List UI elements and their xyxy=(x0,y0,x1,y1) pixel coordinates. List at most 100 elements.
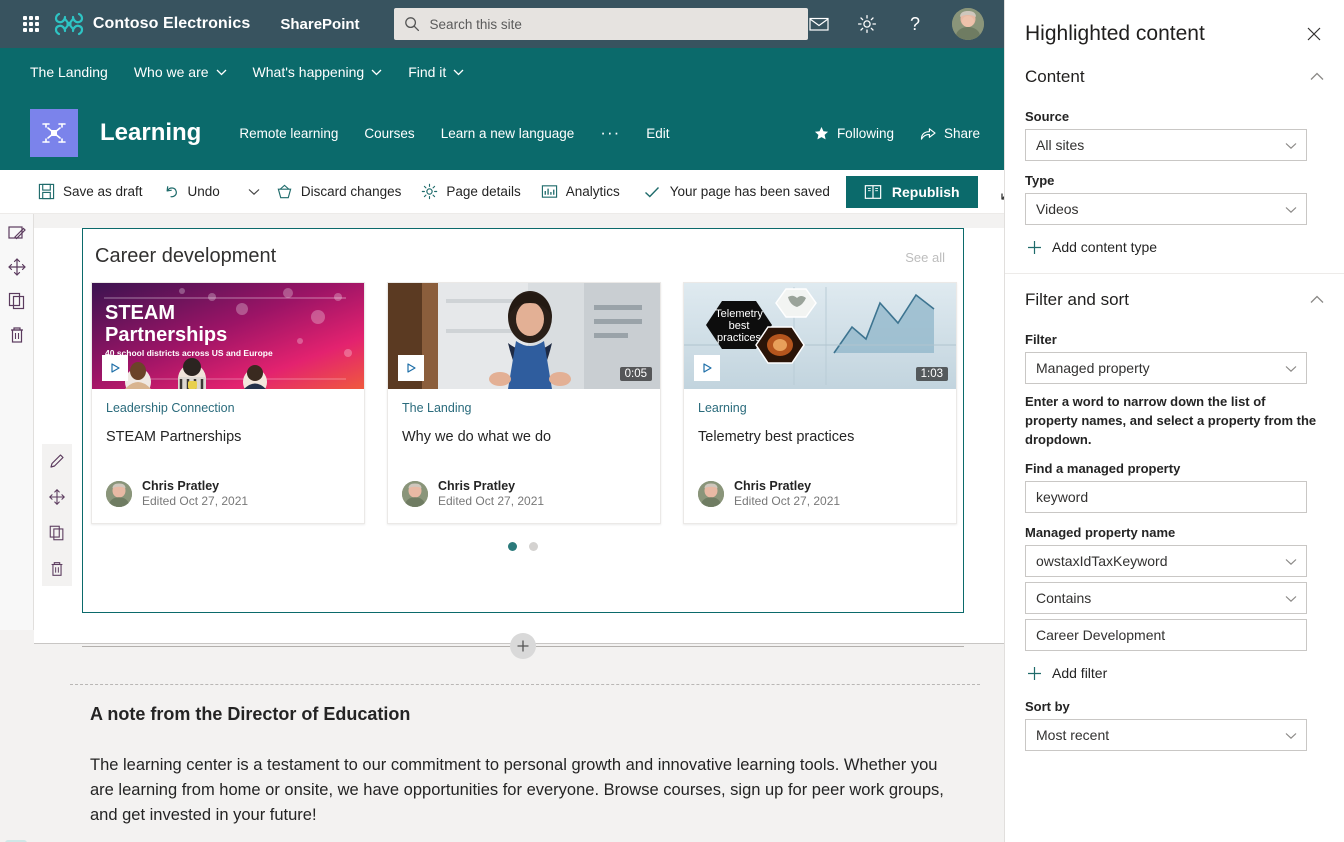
card-footer: Chris Pratley Edited Oct 27, 2021 xyxy=(684,479,956,523)
pager-dot-2[interactable] xyxy=(529,542,538,551)
accordion-content[interactable]: Content xyxy=(1005,51,1344,97)
card-item[interactable]: Telemetry best practices 1:03 Learning T… xyxy=(683,282,957,524)
hubnav-item-edit[interactable]: Edit xyxy=(646,126,669,141)
card-site-link[interactable]: Learning xyxy=(698,401,942,415)
add-content-type-button[interactable]: Add content type xyxy=(1005,225,1344,255)
republish-button[interactable]: Republish xyxy=(845,175,978,208)
find-managed-property-input[interactable]: keyword xyxy=(1025,481,1307,513)
card-title[interactable]: Why we do what we do xyxy=(402,428,646,446)
card-thumbnail[interactable]: Telemetry best practices 1:03 xyxy=(684,283,956,389)
play-button[interactable] xyxy=(398,355,424,381)
sort-by-value: Most recent xyxy=(1036,727,1110,743)
hubnav-item-remote-learning[interactable]: Remote learning xyxy=(239,126,338,141)
chevron-up-icon[interactable] xyxy=(1310,68,1324,86)
discard-icon xyxy=(277,184,292,199)
source-dropdown[interactable]: All sites xyxy=(1025,129,1307,161)
suite-app-name[interactable]: SharePoint xyxy=(280,16,359,33)
section-separator xyxy=(70,684,980,685)
pager-dot-1[interactable] xyxy=(508,542,517,551)
star-icon xyxy=(814,126,828,139)
command-bar: Save as draft Undo Discard changes Page … xyxy=(0,170,1017,214)
text-webpart[interactable]: A note from the Director of Education Th… xyxy=(34,644,1004,828)
analytics-button[interactable]: Analytics xyxy=(531,177,630,206)
page-canvas: Career development See all STEAM Partner… xyxy=(0,214,1004,842)
undo-button[interactable]: Undo xyxy=(153,177,230,206)
highlighted-content-webpart[interactable]: Career development See all STEAM Partner… xyxy=(82,228,964,613)
nav-item-find-it[interactable]: Find it xyxy=(408,64,464,80)
avatar xyxy=(698,481,724,507)
type-dropdown[interactable]: Videos xyxy=(1025,193,1307,225)
nav-item-who-we-are[interactable]: Who we are xyxy=(134,64,227,80)
nav-label: Who we are xyxy=(133,64,209,80)
nav-item-whats-happening[interactable]: What's happening xyxy=(253,64,383,80)
site-title: Learning xyxy=(100,119,202,146)
add-webpart-row xyxy=(82,632,964,660)
card-title[interactable]: Telemetry best practices xyxy=(698,428,942,446)
card-author: Chris Pratley xyxy=(438,479,516,493)
filter-value-input[interactable]: Career Development xyxy=(1025,619,1307,651)
accordion-filter-sort[interactable]: Filter and sort xyxy=(1005,274,1344,320)
undo-dropdown-chevron-icon[interactable] xyxy=(242,182,266,202)
card-footer: Chris Pratley Edited Oct 27, 2021 xyxy=(92,479,364,523)
duplicate-icon[interactable] xyxy=(6,290,28,312)
card-body: Learning Telemetry best practices xyxy=(684,389,956,479)
svg-text:Telemetry: Telemetry xyxy=(715,308,763,320)
filter-value: Managed property xyxy=(1036,360,1150,376)
section-one: Career development See all STEAM Partner… xyxy=(34,228,1004,659)
following-button[interactable]: Following xyxy=(814,126,894,141)
see-all-link[interactable]: See all xyxy=(905,250,945,265)
filter-field: Filter Managed property xyxy=(1005,332,1344,384)
move-icon[interactable] xyxy=(46,486,68,508)
card-site-link[interactable]: The Landing xyxy=(402,401,646,415)
chevron-up-icon[interactable] xyxy=(1310,291,1324,309)
chevron-down-icon xyxy=(216,69,227,75)
filter-operator-dropdown[interactable]: Contains xyxy=(1025,582,1307,614)
play-icon xyxy=(407,363,416,373)
delete-icon[interactable] xyxy=(46,558,68,580)
page-details-button[interactable]: Page details xyxy=(411,177,530,206)
avatar[interactable] xyxy=(952,8,985,40)
add-webpart-button[interactable] xyxy=(510,633,536,659)
help-icon[interactable]: ? xyxy=(904,13,926,35)
card-item[interactable]: STEAM Partnerships 40 school districts a… xyxy=(91,282,365,524)
move-icon[interactable] xyxy=(6,256,28,278)
sort-by-dropdown[interactable]: Most recent xyxy=(1025,719,1307,751)
search-input[interactable] xyxy=(429,16,799,32)
share-label: Share xyxy=(943,125,980,141)
duplicate-icon[interactable] xyxy=(46,522,68,544)
discard-changes-button[interactable]: Discard changes xyxy=(266,177,412,206)
hubnav-overflow-icon[interactable]: ··· xyxy=(600,124,620,141)
discard-changes-label: Discard changes xyxy=(300,184,402,199)
gear-icon[interactable] xyxy=(856,13,878,35)
close-icon[interactable] xyxy=(1302,22,1326,51)
edit-section-icon[interactable] xyxy=(6,222,28,244)
video-duration: 0:05 xyxy=(619,367,652,381)
accordion-filter-sort-label: Filter and sort xyxy=(1025,290,1129,309)
search-box[interactable] xyxy=(393,8,809,40)
add-content-type-label: Add content type xyxy=(1052,239,1158,255)
card-thumbnail[interactable]: 0:05 xyxy=(388,283,660,389)
delete-icon[interactable] xyxy=(6,324,28,346)
svg-text:Partnerships: Partnerships xyxy=(105,324,227,346)
republish-label: Republish xyxy=(891,183,960,200)
managed-property-name-dropdown[interactable]: owstaxIdTaxKeyword xyxy=(1025,545,1307,577)
add-filter-button[interactable]: Add filter xyxy=(1005,651,1344,681)
hubnav-item-courses[interactable]: Courses xyxy=(364,126,414,141)
note-body: The learning center is a testament to ou… xyxy=(90,756,944,824)
filter-label: Filter xyxy=(1025,332,1057,347)
nav-item-the-landing[interactable]: The Landing xyxy=(30,64,108,80)
app-launcher-icon[interactable] xyxy=(14,0,47,48)
card-item[interactable]: 0:05 The Landing Why we do what we do Ch… xyxy=(387,282,661,524)
hubnav-item-learn-a-new-language[interactable]: Learn a new language xyxy=(441,126,575,141)
play-button[interactable] xyxy=(102,355,128,381)
card-title[interactable]: STEAM Partnerships xyxy=(106,428,350,446)
pencil-icon[interactable] xyxy=(46,450,68,472)
plus-icon xyxy=(1028,666,1041,680)
play-button[interactable] xyxy=(694,355,720,381)
save-as-draft-button[interactable]: Save as draft xyxy=(28,177,153,206)
mail-icon[interactable] xyxy=(808,13,830,35)
filter-dropdown[interactable]: Managed property xyxy=(1025,352,1307,384)
card-thumbnail[interactable]: STEAM Partnerships 40 school districts a… xyxy=(92,283,364,389)
share-button[interactable]: Share xyxy=(920,126,980,141)
card-site-link[interactable]: Leadership Connection xyxy=(106,401,350,415)
